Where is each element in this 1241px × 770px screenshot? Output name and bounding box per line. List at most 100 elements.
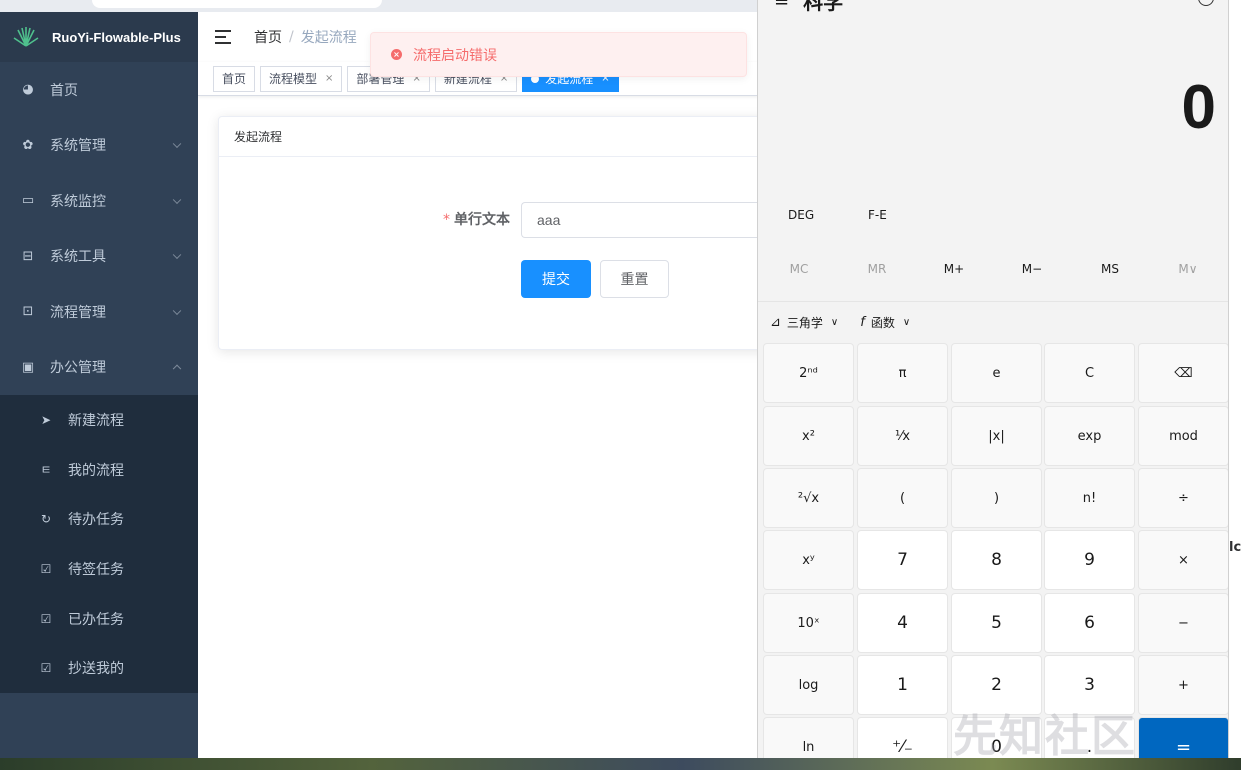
divider (758, 301, 1228, 302)
background-window-edge: lc (1229, 0, 1241, 770)
digit-6-button[interactable]: 6 (1044, 593, 1135, 653)
chevron-down-icon: ∨ (902, 317, 911, 328)
trig-dropdown[interactable]: ⊿ 三角学 ∨ (770, 314, 838, 331)
plus-button[interactable]: + (1138, 655, 1228, 715)
chevron-up-icon (172, 364, 182, 374)
tag-model[interactable]: 流程模型 × (260, 65, 343, 92)
required-mark: * (443, 212, 450, 228)
logo[interactable]: RuoYi-Flowable-Plus (0, 12, 198, 62)
sidebar-item-flow[interactable]: ⊡ 流程管理 (0, 284, 198, 340)
fe-button[interactable]: F-E (868, 208, 887, 222)
tag-home[interactable]: 首页 (213, 65, 256, 92)
abs-button[interactable]: |x| (951, 406, 1042, 466)
reset-button[interactable]: 重置 (600, 260, 669, 298)
submenu-item-my-process[interactable]: ㅌ 我的流程 (0, 445, 198, 495)
submenu-item-finished[interactable]: ☑ 已办任务 (0, 594, 198, 644)
pi-button[interactable]: π (857, 343, 948, 403)
memory-store-button[interactable]: MS (1071, 262, 1149, 276)
submenu-item-label: 新建流程 (68, 412, 124, 429)
divide-button[interactable]: ÷ (1138, 468, 1228, 528)
calculator-mode-title: 科学 (803, 0, 844, 14)
reciprocal-button[interactable]: ¹⁄x (857, 406, 948, 466)
sidebar-item-monitor[interactable]: ▭ 系统监控 (0, 173, 198, 229)
digit-9-button[interactable]: 9 (1044, 530, 1135, 590)
digit-1-button[interactable]: 1 (857, 655, 948, 715)
function-label: 函数 (870, 316, 895, 330)
calculator-title: ≡ 科学 (774, 0, 843, 15)
desktop-taskbar-strip (0, 758, 1241, 770)
sidebar-item-office[interactable]: ▣ 办公管理 (0, 340, 198, 396)
chevron-down-icon (172, 306, 182, 315)
logo-text: RuoYi-Flowable-Plus (52, 29, 181, 45)
mod-button[interactable]: mod (1138, 406, 1228, 466)
sidebar-item-tools[interactable]: ⊟ 系统工具 (0, 229, 198, 285)
digit-8-button[interactable]: 8 (951, 530, 1042, 590)
submenu-item-claim[interactable]: ☑ 待签任务 (0, 544, 198, 594)
submenu-item-label: 已办任务 (68, 611, 124, 628)
close-paren-button[interactable]: ) (951, 468, 1042, 528)
submenu-item-new-process[interactable]: ➤ 新建流程 (0, 395, 198, 445)
sidebar-item-system[interactable]: ✿ 系统管理 (0, 118, 198, 174)
factorial-button[interactable]: n! (1044, 468, 1135, 528)
exp-button[interactable]: exp (1044, 406, 1135, 466)
minus-button[interactable]: − (1138, 593, 1228, 653)
ten-power-button[interactable]: 10ˣ (763, 593, 854, 653)
angle-mode-button[interactable]: DEG (788, 208, 814, 222)
digit-5-button[interactable]: 5 (951, 593, 1042, 653)
card-title: 发起流程 (219, 117, 777, 157)
multiply-button[interactable]: × (1138, 530, 1228, 590)
flow-icon: ⊡ (22, 304, 34, 320)
history-icon[interactable] (1198, 0, 1214, 6)
triangle-icon: ⊿ (770, 315, 781, 330)
sidebar-item-home[interactable]: ◕ 首页 (0, 62, 198, 118)
breadcrumb-current: 发起流程 (300, 30, 357, 46)
sidebar-item-label: 系统管理 (50, 138, 106, 155)
function-dropdown[interactable]: f 函数 ∨ (860, 314, 910, 331)
calculator-window: ≡ 科学 0 DEG F-E MC MR M+ M− MS M∨ ⊿ 三角学 ∨… (757, 0, 1229, 770)
digit-4-button[interactable]: 4 (857, 593, 948, 653)
digit-3-button[interactable]: 3 (1044, 655, 1135, 715)
error-toast: × 流程启动错误 (370, 32, 747, 77)
submenu-item-label: 我的流程 (68, 462, 124, 479)
open-paren-button[interactable]: ( (857, 468, 948, 528)
breadcrumb: 首页 / 发起流程 (254, 27, 357, 47)
trig-label: 三角学 (786, 316, 823, 330)
sidebar-item-label: 办公管理 (50, 360, 106, 377)
sidebar: RuoYi-Flowable-Plus ◕ 首页 ✿ 系统管理 ▭ 系统监控 ⊟… (0, 12, 198, 758)
submenu-item-copy[interactable]: ☑ 抄送我的 (0, 643, 198, 693)
backspace-button[interactable]: ⌫ (1138, 343, 1228, 403)
close-icon[interactable]: × (325, 73, 333, 84)
checkbox-icon: ☑ (40, 561, 52, 576)
submenu-item-todo[interactable]: ↻ 待办任务 (0, 494, 198, 544)
log-button[interactable]: log (763, 655, 854, 715)
e-button[interactable]: e (951, 343, 1042, 403)
tag-label: 流程模型 (269, 72, 318, 86)
gear-icon: ✿ (22, 137, 34, 153)
form-row-text: * 单行文本 (219, 202, 779, 238)
memory-recall-button[interactable]: MR (838, 262, 916, 276)
browser-address-bar[interactable] (92, 0, 382, 8)
square-button[interactable]: x² (763, 406, 854, 466)
sqrt-button[interactable]: ²√x (763, 468, 854, 528)
memory-clear-button[interactable]: MC (760, 262, 838, 276)
menu-icon[interactable]: ≡ (774, 0, 789, 11)
submenu-item-label: 待签任务 (68, 561, 124, 578)
breadcrumb-separator: / (289, 29, 294, 45)
digit-2-button[interactable]: 2 (951, 655, 1042, 715)
memory-list-button[interactable]: M∨ (1149, 262, 1227, 276)
submit-button[interactable]: 提交 (521, 260, 591, 298)
memory-add-button[interactable]: M+ (915, 262, 993, 276)
logo-icon (13, 27, 39, 47)
breadcrumb-home[interactable]: 首页 (254, 27, 282, 47)
second-button[interactable]: 2ⁿᵈ (763, 343, 854, 403)
error-icon: × (391, 49, 402, 60)
digit-7-button[interactable]: 7 (857, 530, 948, 590)
clock-icon: ↻ (40, 512, 52, 527)
clear-button[interactable]: C (1044, 343, 1135, 403)
power-button[interactable]: xʸ (763, 530, 854, 590)
toast-message: 流程启动错误 (413, 47, 497, 64)
partial-text: lc (1229, 540, 1241, 555)
single-line-text-input[interactable] (521, 202, 779, 238)
memory-subtract-button[interactable]: M− (993, 262, 1071, 276)
hamburger-icon[interactable] (215, 30, 231, 44)
